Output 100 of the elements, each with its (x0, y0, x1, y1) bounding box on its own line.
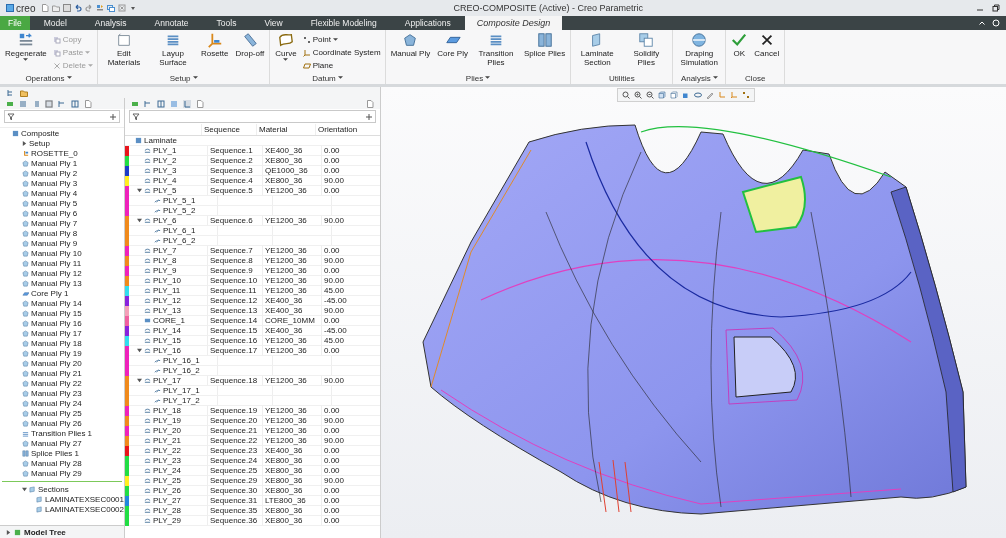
group-label[interactable]: Datum (272, 72, 383, 84)
ribbon-tab[interactable]: Flexible Modeling (296, 16, 391, 30)
columns-icon[interactable] (157, 99, 165, 108)
tree-item[interactable]: LAMINATEXSEC0001 (45, 494, 124, 504)
zoom-in-icon[interactable] (634, 91, 642, 99)
ribbon-button[interactable]: Solidify Plies (622, 32, 671, 72)
ribbon-button[interactable]: Rosette (197, 32, 232, 72)
redo-icon[interactable] (85, 4, 94, 12)
group-label[interactable]: Operations (2, 72, 95, 84)
tree-item[interactable]: Manual Ply 13 (31, 278, 82, 288)
column-header[interactable]: Orientation (315, 124, 364, 135)
tree-item[interactable]: Manual Ply 9 (31, 238, 78, 248)
axes-icon[interactable] (730, 91, 738, 99)
group-label[interactable]: Analysis (675, 72, 724, 84)
tree-item[interactable]: Composite (21, 128, 60, 138)
ribbon-tab[interactable]: View (250, 16, 297, 30)
tree-item[interactable]: Manual Ply 18 (31, 338, 82, 348)
help-icon[interactable] (992, 19, 1000, 27)
undo-icon[interactable] (74, 4, 83, 12)
list-icon[interactable] (32, 99, 40, 108)
save-icon[interactable] (63, 4, 72, 12)
expand-arrow-icon[interactable] (22, 486, 27, 492)
tree-item[interactable]: Manual Ply 7 (31, 218, 78, 228)
zoom-out-icon[interactable] (646, 91, 654, 99)
list-icon[interactable] (19, 99, 27, 108)
filter-icon[interactable] (58, 99, 66, 108)
ribbon-button[interactable]: OK (728, 32, 751, 72)
layers-icon[interactable] (170, 99, 178, 108)
ribbon-button[interactable]: Splice Plies (520, 32, 569, 72)
tree-item[interactable]: Manual Ply 19 (31, 348, 82, 358)
filter-icon[interactable] (144, 99, 152, 108)
folder-icon[interactable] (20, 88, 28, 97)
ribbon-button[interactable]: Cancel (751, 32, 783, 72)
expand-arrow-icon[interactable] (22, 140, 27, 146)
tree-item[interactable]: ROSETTE_0 (31, 148, 78, 158)
tree-item[interactable]: Splice Plies 1 (31, 448, 80, 458)
tree-item[interactable]: Manual Ply 21 (31, 368, 82, 378)
ribbon-button[interactable]: Manual Ply (387, 32, 434, 72)
cube-icon[interactable] (682, 91, 690, 99)
tree-item[interactable]: Manual Ply 17 (31, 328, 82, 338)
ribbon-button[interactable]: Draping Simulation (675, 32, 724, 72)
new-file-icon[interactable] (41, 4, 50, 12)
regenerate-icon[interactable] (96, 4, 105, 12)
page-icon[interactable] (84, 99, 92, 108)
tree-item[interactable]: Setup (29, 138, 50, 148)
tree-item[interactable]: Transition Plies 1 (31, 428, 93, 438)
filter-field[interactable] (129, 110, 376, 123)
tree-item[interactable]: Manual Ply 11 (31, 258, 82, 268)
columns-icon[interactable] (71, 99, 79, 108)
ribbon-button[interactable]: Transition Plies (471, 32, 520, 72)
ribbon-button[interactable]: Plane (300, 60, 383, 71)
eye-icon[interactable] (694, 91, 702, 99)
tree-item[interactable]: LAMINATEXSEC0002 (45, 504, 124, 514)
tree-item[interactable]: Manual Ply 2 (31, 168, 78, 178)
cube-icon[interactable] (658, 91, 666, 99)
plus-icon[interactable] (109, 112, 117, 121)
tree-item[interactable]: Manual Ply 16 (31, 318, 82, 328)
tree-item[interactable]: Manual Ply 27 (31, 438, 82, 448)
points-icon[interactable] (742, 91, 750, 99)
tree-item[interactable]: Manual Ply 15 (31, 308, 82, 318)
tree-item[interactable]: Manual Ply 29 (31, 468, 82, 478)
tree-item[interactable]: Manual Ply 4 (31, 188, 78, 198)
tree-item[interactable]: Manual Ply 20 (31, 358, 82, 368)
column-header[interactable]: Material (256, 124, 315, 135)
ribbon-button[interactable]: Regenerate (2, 32, 50, 72)
restore-icon[interactable] (992, 4, 1000, 12)
ribbon-button[interactable]: Edit Materials (99, 32, 148, 72)
expand-arrow-icon[interactable] (137, 378, 142, 383)
ribbon-button[interactable]: Drop-off (232, 32, 268, 72)
ribbon-tab[interactable]: Tools (202, 16, 251, 30)
tree-item[interactable]: Manual Ply 3 (31, 178, 78, 188)
tree-icon[interactable] (6, 88, 14, 97)
expand-arrow-icon[interactable] (137, 188, 142, 193)
ribbon-tab[interactable]: Annotate (140, 16, 203, 30)
expand-arrow-icon[interactable] (6, 529, 11, 535)
tree-item[interactable]: Manual Ply 12 (31, 268, 82, 278)
plus-icon[interactable] (365, 112, 373, 121)
caret-icon[interactable] (129, 4, 138, 12)
ribbon-tab[interactable]: Composite Design (464, 16, 563, 30)
chevron-up-icon[interactable] (978, 19, 986, 27)
expand-arrow-icon[interactable] (137, 348, 142, 353)
group-label[interactable]: Utilities (573, 72, 671, 84)
ribbon-button[interactable]: Laminate Section (573, 32, 622, 72)
ribbon-button[interactable]: Coordinate System (300, 47, 383, 58)
ribbon-button[interactable]: Layup Surface (148, 32, 197, 72)
tree-item[interactable]: Manual Ply 5 (31, 198, 78, 208)
group-label[interactable]: Plies (387, 72, 569, 84)
filter-field[interactable] (4, 110, 120, 123)
tree-item[interactable]: Manual Ply 22 (31, 378, 82, 388)
tree-item[interactable]: Manual Ply 1 (31, 158, 78, 168)
group-label[interactable]: Close (728, 72, 783, 84)
pencil-icon[interactable] (706, 91, 714, 99)
ribbon-tab[interactable]: Applications (390, 16, 465, 30)
tree-item[interactable]: Manual Ply 25 (31, 408, 82, 418)
group-label[interactable]: Setup (99, 72, 268, 84)
page-icon[interactable] (366, 99, 374, 108)
tree-item[interactable]: Sections (38, 484, 69, 494)
tree-item[interactable]: Manual Ply 26 (31, 418, 82, 428)
ribbon-tab[interactable]: Model (29, 16, 81, 30)
page-icon[interactable] (196, 99, 204, 108)
